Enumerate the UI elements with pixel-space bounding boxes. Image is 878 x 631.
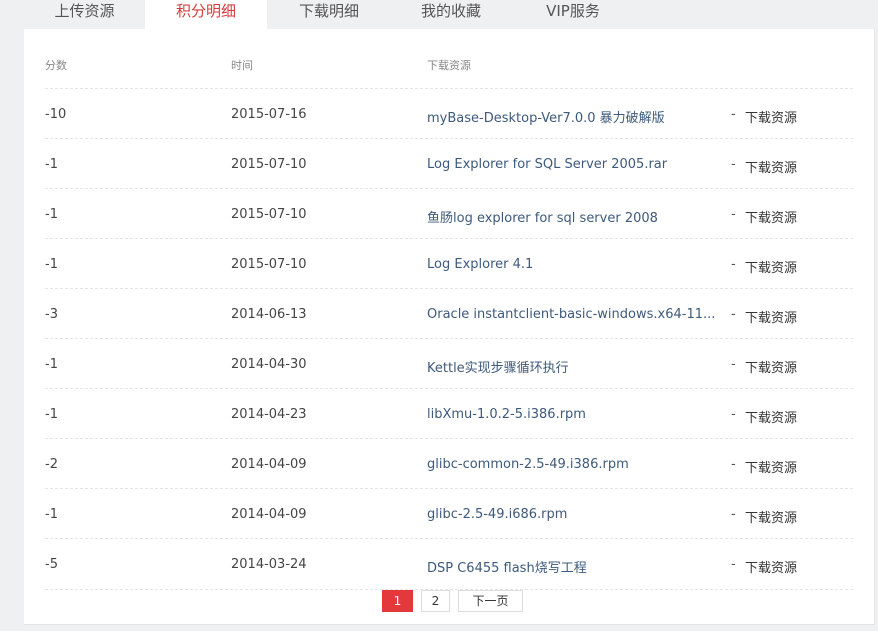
time-cell: 2014-04-23 xyxy=(231,407,307,422)
score-cell: -1 xyxy=(45,507,58,522)
download-resource-link[interactable]: 下载资源 xyxy=(745,457,797,476)
separator-dash: - xyxy=(731,507,736,522)
table-row: -3 2014-06-13 Oracle instantclient-basic-w… xyxy=(45,288,853,339)
time-cell: 2015-07-10 xyxy=(231,157,307,172)
table-row: -1 2015-07-10 鱼肠log explorer for sql serve… xyxy=(45,188,853,239)
score-cell: -3 xyxy=(45,307,58,322)
resource-name-link[interactable]: Log Explorer for SQL Server 2005.rar xyxy=(427,157,727,172)
header-score: 分数 xyxy=(45,59,67,72)
download-resource-link[interactable]: 下载资源 xyxy=(745,257,797,276)
resource-name-link[interactable]: Kettle实现步骤循环执行 xyxy=(427,357,727,376)
score-cell: -1 xyxy=(45,207,58,222)
separator-dash: - xyxy=(731,557,736,572)
time-cell: 2014-04-09 xyxy=(231,507,307,522)
resource-name-link[interactable]: Log Explorer 4.1 xyxy=(427,257,727,272)
score-cell: -5 xyxy=(45,557,58,572)
tab-vip-service[interactable]: VIP服务 xyxy=(511,0,635,29)
table-row: -2 2014-04-09 glibc-common-2.5-49.i386.rpm… xyxy=(45,438,853,489)
header-resource: 下载资源 xyxy=(427,59,471,72)
time-cell: 2014-06-13 xyxy=(231,307,307,322)
tab-points-detail[interactable]: 积分明细 xyxy=(145,0,267,29)
download-resource-link[interactable]: 下载资源 xyxy=(745,157,797,176)
resource-name-link[interactable]: myBase-Desktop-Ver7.0.0 暴力破解版 xyxy=(427,107,727,126)
tab-my-favorites[interactable]: 我的收藏 xyxy=(391,0,511,29)
time-cell: 2015-07-10 xyxy=(231,257,307,272)
page: 上传资源 积分明细 下载明细 我的收藏 VIP服务 分数 时间 下载资源 -10… xyxy=(0,0,878,631)
download-resource-link[interactable]: 下载资源 xyxy=(745,407,797,426)
tab-upload-resources[interactable]: 上传资源 xyxy=(24,0,145,29)
table-row: -1 2014-04-23 libXmu-1.0.2-5.i386.rpm - 下载资源 xyxy=(45,388,853,439)
resource-name-link[interactable]: glibc-2.5-49.i686.rpm xyxy=(427,507,727,522)
score-cell: -2 xyxy=(45,457,58,472)
table-row: -1 2015-07-10 Log Explorer 4.1- 下载资源 xyxy=(45,238,853,289)
tab-download-detail[interactable]: 下载明细 xyxy=(267,0,391,29)
resource-name-link[interactable]: 鱼肠log explorer for sql server 2008 xyxy=(427,207,727,226)
page-button-1[interactable]: 1 xyxy=(382,590,413,612)
points-detail-panel: 分数 时间 下载资源 -10 2015-07-16 myBase-Desktop-V… xyxy=(24,29,875,625)
time-cell: 2015-07-10 xyxy=(231,207,307,222)
resource-name-link[interactable]: glibc-common-2.5-49.i386.rpm xyxy=(427,457,727,472)
header-time: 时间 xyxy=(231,59,253,72)
separator-dash: - xyxy=(731,307,736,322)
separator-dash: - xyxy=(731,107,736,122)
time-cell: 2014-03-24 xyxy=(231,557,307,572)
table-row: -5 2014-03-24 DSP C6455 flash烧写工程 - 下载资源 xyxy=(45,538,853,590)
download-resource-link[interactable]: 下载资源 xyxy=(745,507,797,526)
table-row: -1 2014-04-30 Kettle实现步骤循环执行 - 下载资源 xyxy=(45,338,853,389)
score-cell: -10 xyxy=(45,107,67,122)
resource-name-link[interactable]: libXmu-1.0.2-5.i386.rpm xyxy=(427,407,727,422)
time-cell: 2014-04-30 xyxy=(231,357,307,372)
download-resource-link[interactable]: 下载资源 xyxy=(745,107,797,126)
score-cell: -1 xyxy=(45,157,58,172)
separator-dash: - xyxy=(731,357,736,372)
next-page-button[interactable]: 下一页 xyxy=(458,590,523,612)
separator-dash: - xyxy=(731,157,736,172)
score-cell: -1 xyxy=(45,257,58,272)
score-cell: -1 xyxy=(45,357,58,372)
separator-dash: - xyxy=(731,407,736,422)
table-row: -10 2015-07-16 myBase-Desktop-Ver7.0.0 暴力破… xyxy=(45,88,853,139)
score-cell: -1 xyxy=(45,407,58,422)
separator-dash: - xyxy=(731,257,736,272)
table-row: -1 2014-04-09 glibc-2.5-49.i686.rpm - 下载资源 xyxy=(45,488,853,539)
separator-dash: - xyxy=(731,207,736,222)
page-button-2[interactable]: 2 xyxy=(421,590,450,612)
download-resource-link[interactable]: 下载资源 xyxy=(745,357,797,376)
resource-name-link[interactable]: DSP C6455 flash烧写工程 xyxy=(427,557,727,576)
table-row: -1 2015-07-10 Log Explorer for SQL Server … xyxy=(45,138,853,189)
tab-bar: 上传资源 积分明细 下载明细 我的收藏 VIP服务 xyxy=(24,0,878,29)
resource-name-link[interactable]: Oracle instantclient-basic-windows.x64-1… xyxy=(427,307,727,322)
download-resource-link[interactable]: 下载资源 xyxy=(745,557,797,576)
time-cell: 2015-07-16 xyxy=(231,107,307,122)
download-resource-link[interactable]: 下载资源 xyxy=(745,307,797,326)
separator-dash: - xyxy=(731,457,736,472)
time-cell: 2014-04-09 xyxy=(231,457,307,472)
download-resource-link[interactable]: 下载资源 xyxy=(745,207,797,226)
